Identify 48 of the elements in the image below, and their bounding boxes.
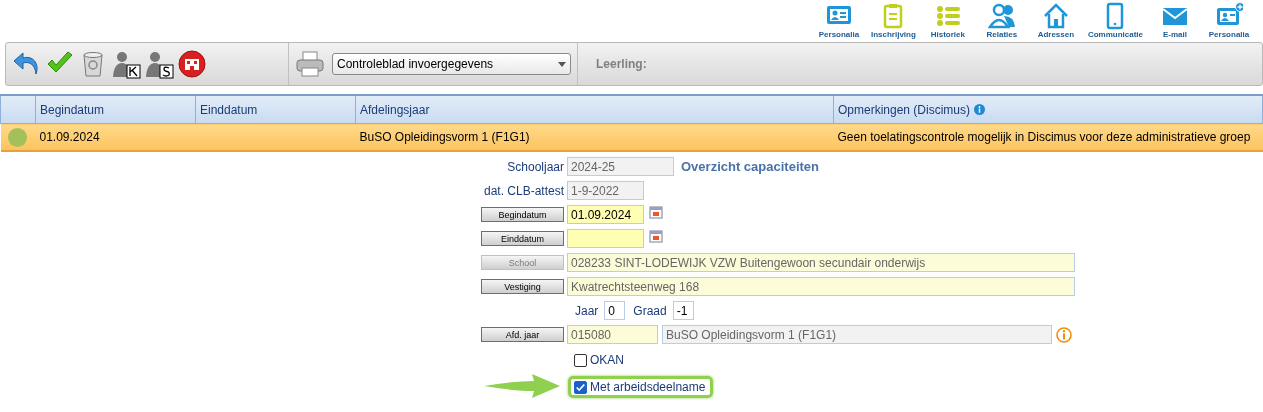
field-button[interactable]: Begindatum: [481, 207, 564, 222]
report-dropdown[interactable]: Controleblad invoergegevens: [332, 53, 571, 75]
calendar-icon[interactable]: [649, 205, 663, 219]
field-label: Graad: [633, 303, 667, 318]
input-field[interactable]: -1: [672, 301, 694, 320]
table-cell: Geen toelatingscontrole mogelijk in Discimus voor deze administratieve groep: [837, 130, 1251, 144]
field-button[interactable]: Vestiging: [481, 279, 564, 294]
input-field[interactable]: BuSO Opleidingsvorm 1 (F1G1): [662, 325, 1052, 344]
person-s-icon[interactable]: [144, 49, 174, 79]
nav-button[interactable]: E-mail: [1151, 2, 1199, 40]
input-field[interactable]: 1-9-2022: [567, 181, 644, 200]
arrow-icon: [484, 374, 560, 398]
caret-icon[interactable]: [558, 61, 566, 67]
people-icon[interactable]: [987, 2, 1016, 30]
table-cell: BuSO Opleidingsvorm 1 (F1G1): [359, 130, 530, 144]
nav-button[interactable]: Historiek: [923, 2, 972, 40]
printer-icon[interactable]: [295, 49, 325, 79]
student-label: Leerling:: [595, 57, 647, 71]
building-icon[interactable]: [177, 49, 207, 79]
calendar-icon[interactable]: [649, 229, 663, 243]
checkbox[interactable]: OKAN: [568, 349, 632, 371]
info-icon[interactable]: [1056, 326, 1072, 343]
nav-button[interactable]: Personalia: [814, 2, 863, 40]
nav-button[interactable]: Inschrijving: [868, 2, 918, 40]
date-field[interactable]: [567, 229, 644, 248]
input-field[interactable]: 2024-25: [567, 157, 674, 176]
field-label: Schooljaar: [507, 159, 565, 174]
input-field[interactable]: 0: [604, 301, 626, 320]
check-icon: [575, 381, 586, 393]
column-header[interactable]: Opmerkingen (Discimus): [838, 102, 971, 117]
checkbox[interactable]: Met arbeidsdeelname: [568, 376, 714, 398]
column-header[interactable]: Afdelingsjaar: [360, 102, 430, 117]
nav-button[interactable]: Adressen: [1031, 2, 1080, 40]
input-field[interactable]: 015080: [567, 325, 658, 344]
nav-button[interactable]: Communicatie: [1085, 2, 1145, 40]
info-icon[interactable]: [974, 103, 986, 115]
field-label: Jaar: [575, 303, 599, 318]
person-k-icon[interactable]: [111, 49, 141, 79]
field-button[interactable]: Einddatum: [481, 231, 564, 246]
field-label: dat. CLB-attest: [483, 183, 565, 198]
input-field[interactable]: Kwatrechtsteenweg 168: [567, 277, 1075, 296]
nav-button[interactable]: Personalia: [1205, 2, 1253, 40]
field-button[interactable]: Afd. jaar: [481, 327, 564, 342]
capacity-link[interactable]: Overzicht capaciteiten: [681, 159, 819, 174]
nav-button[interactable]: Relaties: [977, 2, 1026, 40]
column-header[interactable]: Einddatum: [200, 102, 258, 117]
table-cell: 01.09.2024: [39, 130, 100, 144]
date-field[interactable]: 01.09.2024: [567, 205, 644, 224]
